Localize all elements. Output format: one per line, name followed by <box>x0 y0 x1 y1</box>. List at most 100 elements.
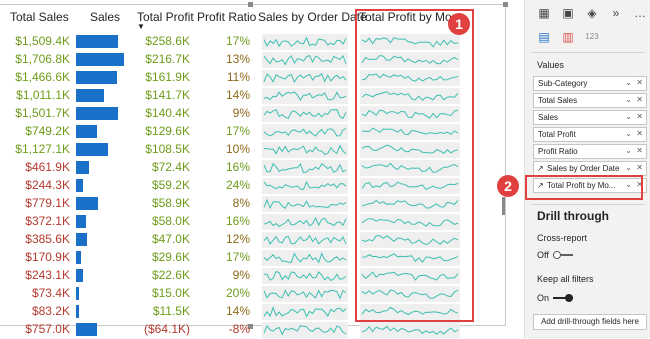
value-field-item[interactable]: Sub-Category ⌄ ✕ <box>533 76 647 91</box>
sparkline-path <box>361 289 459 299</box>
chevron-down-icon[interactable]: ⌄ <box>625 146 632 155</box>
value-field-item[interactable]: Profit Ratio ⌄ ✕ <box>533 144 647 159</box>
total-profit-cell: $29.6K <box>151 250 190 264</box>
total-profit-cell: $47.0K <box>151 232 190 246</box>
resize-handle-top[interactable] <box>248 2 253 7</box>
value-field-item[interactable]: ↗ Total Profit by Mo... ⌄ ✕ <box>533 178 647 193</box>
sales-bar <box>76 233 87 246</box>
sparkline-path <box>263 234 347 245</box>
sparkline-path <box>361 162 459 174</box>
toggle-switch-on[interactable] <box>553 294 574 302</box>
sales-by-order-date-sparkline <box>263 180 347 191</box>
chevron-down-icon[interactable]: ⌄ <box>625 112 632 121</box>
header-sales[interactable]: Sales <box>90 10 120 26</box>
table-row[interactable]: $385.6K $47.0K 12% <box>0 231 470 249</box>
table-visual-icon[interactable]: ▤ <box>537 30 551 44</box>
table-row[interactable]: $757.0K ($64.1K) -8% <box>0 321 470 339</box>
header-total-sales[interactable]: Total Sales <box>10 10 69 26</box>
close-icon[interactable]: ✕ <box>636 95 643 104</box>
table-row[interactable]: $73.4K $15.0K 20% <box>0 285 470 303</box>
chevron-down-icon[interactable]: ⌄ <box>625 95 632 104</box>
sales-bar <box>76 179 83 192</box>
table-row[interactable]: $83.2K $11.5K 14% <box>0 303 470 321</box>
sparkline-path <box>263 216 347 228</box>
close-icon[interactable]: ✕ <box>636 146 643 155</box>
total-profit-cell: $72.4K <box>151 160 190 174</box>
close-icon[interactable]: ✕ <box>636 78 643 87</box>
sort-descending-icon: ▼ <box>137 22 145 31</box>
close-icon[interactable]: ✕ <box>636 112 643 121</box>
value-field-item[interactable]: Total Sales ⌄ ✕ <box>533 93 647 108</box>
table-row[interactable]: $243.1K $22.6K 9% <box>0 267 470 285</box>
grid-icon[interactable]: ▥ <box>561 30 575 44</box>
sales-by-order-date-sparkline <box>263 109 347 119</box>
header-profit-ratio[interactable]: Profit Ratio <box>197 10 256 26</box>
toggle-switch-off[interactable] <box>552 251 573 259</box>
total-profit-cell: $58.9K <box>151 196 190 210</box>
sales-bar <box>76 287 79 300</box>
value-field-item[interactable]: Sales ⌄ ✕ <box>533 110 647 125</box>
add-drill-through-fields-button[interactable]: Add drill-through fields here <box>533 314 647 330</box>
total-profit-cell: $58.0K <box>151 214 190 228</box>
total-sales-cell: $749.2K <box>25 124 70 138</box>
table-row[interactable]: $1,509.4K $258.6K 17% <box>0 33 470 51</box>
value-field-label: Sub-Category <box>538 79 588 88</box>
chevrons-icon[interactable]: » <box>609 6 623 20</box>
cross-report-toggle[interactable]: Off <box>537 250 573 260</box>
table-row[interactable]: $1,706.8K $216.7K 13% <box>0 51 470 69</box>
table-visual[interactable]: Total Sales Sales Total Profit ▼ Profit … <box>0 0 512 338</box>
more-icon[interactable]: … <box>633 6 647 20</box>
table-row[interactable]: $372.1K $58.0K 16% <box>0 213 470 231</box>
header-sales-by-order-date[interactable]: Sales by Order Date <box>258 10 367 26</box>
sparkline-path <box>263 289 347 300</box>
close-icon[interactable]: ✕ <box>636 129 643 138</box>
chevron-down-icon[interactable]: ⌄ <box>625 163 632 172</box>
table-row[interactable]: $749.2K $129.6K 17% <box>0 123 470 141</box>
table-row[interactable]: $1,011.1K $141.7K 14% <box>0 87 470 105</box>
table-row[interactable]: $461.9K $72.4K 16% <box>0 159 470 177</box>
value-field-item[interactable]: Total Profit ⌄ ✕ <box>533 127 647 142</box>
profit-ratio-cell: 17% <box>225 34 250 48</box>
total-profit-cell: $161.9K <box>145 70 190 84</box>
sparkline-path <box>361 253 459 263</box>
sparkline-path <box>361 144 459 155</box>
profit-ratio-cell: 16% <box>225 214 250 228</box>
total-profit-by-month-sparkline <box>361 109 459 119</box>
sparkline-path <box>263 72 347 83</box>
chevron-down-icon[interactable]: ⌄ <box>625 180 632 189</box>
chevron-down-icon[interactable]: ⌄ <box>625 129 632 138</box>
pane-separator <box>531 52 645 53</box>
table-row[interactable]: $779.1K $58.9K 8% <box>0 195 470 213</box>
table-row[interactable]: $1,501.7K $140.4K 9% <box>0 105 470 123</box>
value-field-item[interactable]: ↗ Sales by Order Date ⌄ ✕ <box>533 161 647 176</box>
keep-all-filters-toggle[interactable]: On <box>537 293 574 303</box>
header-total-profit-by-month[interactable]: Total Profit by Mon <box>359 10 458 26</box>
table-row[interactable]: $170.9K $29.6K 17% <box>0 249 470 267</box>
table-row[interactable]: $1,127.1K $108.5K 10% <box>0 141 470 159</box>
header-total-profit[interactable]: Total Profit <box>137 10 194 26</box>
total-profit-by-month-sparkline <box>361 306 459 316</box>
scrollbar-thumb[interactable] <box>502 197 505 215</box>
sales-bar <box>76 71 118 84</box>
sparkline-path <box>263 54 347 66</box>
total-profit-by-month-sparkline <box>361 91 459 102</box>
sparkline-path <box>361 271 459 281</box>
123-icon[interactable]: 123 <box>585 30 599 44</box>
matrix-icon[interactable]: ▦ <box>537 6 551 20</box>
chevron-down-icon[interactable]: ⌄ <box>625 78 632 87</box>
resize-handle-corner[interactable] <box>503 2 508 7</box>
profit-ratio-cell: -8% <box>228 322 250 336</box>
total-profit-by-month-sparkline <box>361 289 459 299</box>
total-sales-cell: $461.9K <box>25 160 70 174</box>
sparkline-icon: ↗ <box>537 164 544 173</box>
close-icon[interactable]: ✕ <box>636 163 643 172</box>
profit-ratio-cell: 9% <box>232 268 250 282</box>
table-row[interactable]: $244.3K $59.2K 24% <box>0 177 470 195</box>
sparkline-path <box>361 54 459 65</box>
paint-icon[interactable]: ▣ <box>561 6 575 20</box>
sparkline-path <box>361 181 459 191</box>
profit-ratio-cell: 8% <box>232 196 250 210</box>
analytics-icon[interactable]: ◈ <box>585 6 599 20</box>
close-icon[interactable]: ✕ <box>636 180 643 189</box>
table-row[interactable]: $1,466.6K $161.9K 11% <box>0 69 470 87</box>
